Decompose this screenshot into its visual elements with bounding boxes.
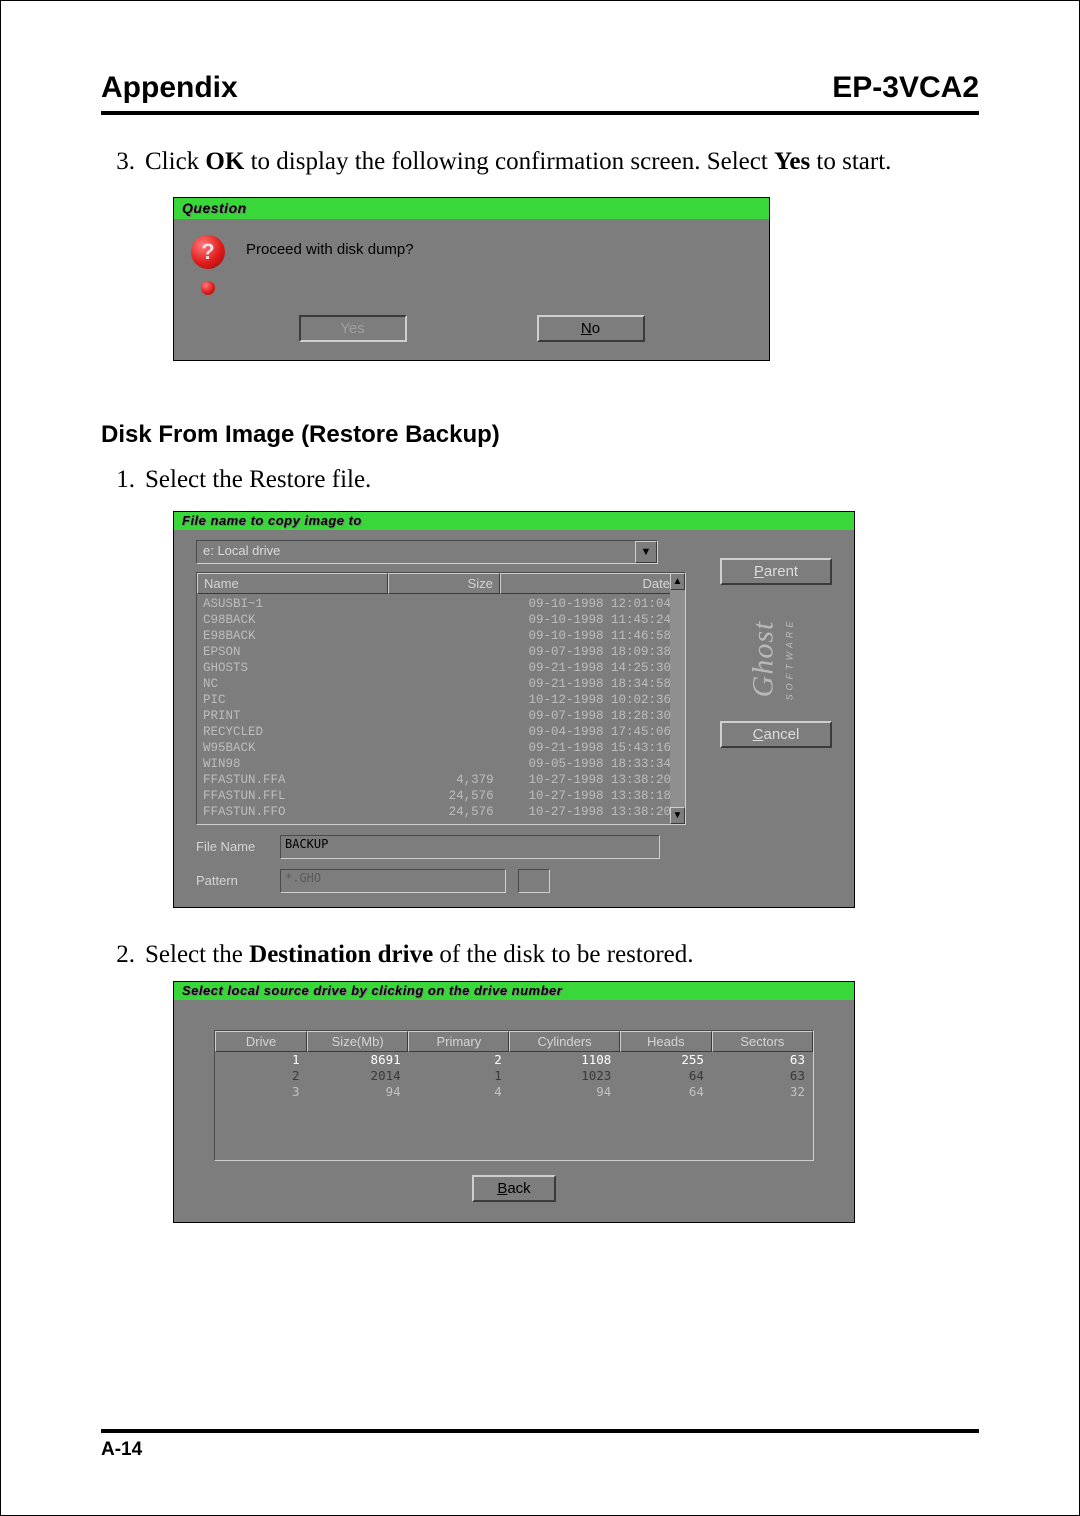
yes-button[interactable]: Yes: [299, 315, 407, 342]
filename-input[interactable]: BACKUP: [280, 835, 660, 859]
step-3-text: Click OK to display the following confir…: [145, 145, 979, 179]
pattern-aux[interactable]: [518, 869, 550, 893]
section-heading: Disk From Image (Restore Backup): [101, 421, 979, 449]
col-heads[interactable]: Heads: [620, 1031, 712, 1052]
step-2-text: Select the Destination drive of the disk…: [145, 938, 979, 972]
drive-row[interactable]: 186912110825563: [215, 1052, 813, 1068]
step-3: 3. Click OK to display the following con…: [101, 145, 979, 179]
step-1: 1. Select the Restore file.: [101, 463, 979, 497]
file-row[interactable]: C98BACK09-10-1998 11:45:24: [197, 612, 685, 628]
question-icon: ?: [188, 235, 228, 295]
question-titlebar: Question: [174, 198, 769, 219]
file-row[interactable]: PIC10-12-1998 10:02:36: [197, 692, 685, 708]
page-number: A-14: [101, 1439, 142, 1460]
file-dialog: File name to copy image to e: Local driv…: [173, 511, 855, 908]
step-2: 2. Select the Destination drive of the d…: [101, 938, 979, 972]
file-dialog-title: File name to copy image to: [174, 512, 854, 530]
ghost-logo: Ghost SOFTWARE: [720, 617, 832, 700]
drive-dialog: Select local source drive by clicking on…: [173, 981, 855, 1223]
header-left: Appendix: [101, 71, 238, 105]
drive-table-header: Drive Size(Mb) Primary Cylinders Heads S…: [215, 1031, 813, 1052]
file-row[interactable]: PRINT09-07-1998 18:28:30: [197, 708, 685, 724]
file-row[interactable]: ASUSBI~109-10-1998 12:01:04: [197, 596, 685, 612]
question-message: Proceed with disk dump?: [246, 235, 414, 258]
col-size[interactable]: Size: [388, 573, 500, 594]
col-primary[interactable]: Primary: [408, 1031, 509, 1052]
col-cylinders[interactable]: Cylinders: [509, 1031, 619, 1052]
parent-button[interactable]: Parent: [720, 558, 832, 585]
file-list-header: Name Size Date: [197, 573, 685, 594]
file-row[interactable]: EPSON09-07-1998 18:09:38: [197, 644, 685, 660]
pattern-label: Pattern: [196, 873, 268, 888]
step-3-num: 3.: [101, 145, 145, 179]
file-row[interactable]: WIN9809-05-1998 18:33:34: [197, 756, 685, 772]
header-rule: [101, 111, 979, 115]
drive-dropdown[interactable]: e: Local drive ▼: [196, 540, 658, 564]
drive-row[interactable]: 3944946432: [215, 1084, 813, 1100]
filename-label: File Name: [196, 839, 268, 854]
back-button[interactable]: Back: [472, 1175, 556, 1202]
scroll-track[interactable]: [670, 590, 685, 807]
file-row[interactable]: W95BACK09-21-1998 15:43:16: [197, 740, 685, 756]
file-row[interactable]: FFASTUN.FFO24,57610-27-1998 13:38:20: [197, 804, 685, 820]
scrollbar-vertical[interactable]: ▲ ▼: [670, 573, 685, 824]
file-list: Name Size Date ASUSBI~109-10-1998 12:01:…: [196, 572, 686, 825]
drive-table: Drive Size(Mb) Primary Cylinders Heads S…: [214, 1030, 814, 1161]
step-1-num: 1.: [101, 463, 145, 497]
file-row[interactable]: RECYCLED09-04-1998 17:45:06: [197, 724, 685, 740]
col-sizemb[interactable]: Size(Mb): [307, 1031, 408, 1052]
page-footer: A-14: [101, 1429, 979, 1461]
pattern-input[interactable]: *.GHO: [280, 869, 506, 893]
file-row[interactable]: NC09-21-1998 18:34:58: [197, 676, 685, 692]
col-sectors[interactable]: Sectors: [712, 1031, 813, 1052]
file-row[interactable]: E98BACK09-10-1998 11:46:58: [197, 628, 685, 644]
file-row[interactable]: FFASTUN.FFL24,57610-27-1998 13:38:18: [197, 788, 685, 804]
file-row[interactable]: FFASTUN.FFA4,37910-27-1998 13:38:20: [197, 772, 685, 788]
question-dialog: Question ? Proceed with disk dump? Yes N…: [173, 197, 770, 361]
drive-dropdown-value: e: Local drive: [197, 541, 635, 563]
col-drive[interactable]: Drive: [215, 1031, 307, 1052]
drive-row[interactable]: 22014110236463: [215, 1068, 813, 1084]
step-2-num: 2.: [101, 938, 145, 972]
scroll-up-icon[interactable]: ▲: [670, 573, 685, 590]
step-1-text: Select the Restore file.: [145, 463, 979, 497]
header-right: EP-3VCA2: [832, 71, 979, 105]
chevron-down-icon[interactable]: ▼: [635, 541, 657, 563]
no-button[interactable]: No: [537, 315, 645, 342]
col-date[interactable]: Date: [500, 573, 685, 594]
drive-dialog-title: Select local source drive by clicking on…: [174, 982, 854, 1000]
col-name[interactable]: Name: [197, 573, 388, 594]
file-row[interactable]: GHOSTS09-21-1998 14:25:30: [197, 660, 685, 676]
scroll-down-icon[interactable]: ▼: [670, 807, 685, 824]
cancel-button[interactable]: Cancel: [720, 721, 832, 748]
